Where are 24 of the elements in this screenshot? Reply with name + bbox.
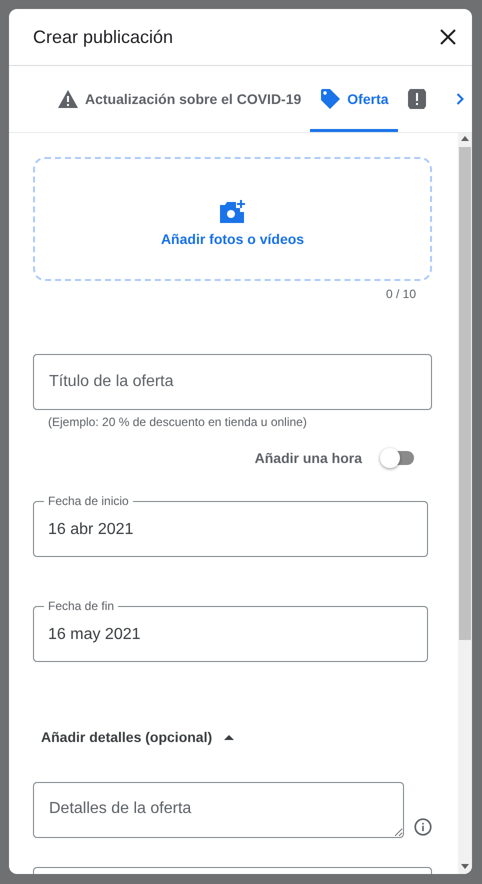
scrollbar-thumb[interactable] [459, 147, 471, 640]
alert-icon [406, 88, 427, 110]
toggle-label: Añadir una hora [254, 450, 362, 466]
input-field[interactable]: Título de la oferta [33, 354, 432, 410]
upload-area[interactable]: Añadir fotos o vídeos [33, 157, 432, 281]
date-field[interactable]: Fecha de inicio 16 abr 2021 [33, 493, 428, 557]
tab[interactable]: Actualización sobre el COVID-19 [48, 69, 310, 132]
warning-icon [57, 89, 79, 109]
photo-counter: 0 / 10 [386, 287, 416, 301]
details-toggle[interactable]: Añadir detalles (opcional) [33, 729, 234, 745]
scrollbar[interactable] [458, 133, 472, 874]
scroll-up-icon[interactable] [461, 136, 469, 141]
info-icon[interactable] [414, 816, 432, 838]
tab[interactable]: Oferta [310, 69, 398, 132]
dialog-title: Crear publicación [33, 26, 174, 48]
text-area[interactable]: Detalles de la oferta [33, 782, 404, 838]
helper-text: (Ejemplo: 20 % de descuento en tienda u online) [47, 415, 308, 429]
close-icon [440, 29, 456, 45]
toggle-switch[interactable] [380, 448, 416, 468]
chevron-right-icon [456, 93, 464, 105]
scroll-down-icon[interactable] [461, 864, 469, 869]
tag-icon [319, 88, 342, 110]
date-field[interactable]: Fecha de fin 16 may 2021 [33, 598, 428, 662]
add-photo-icon [218, 198, 248, 224]
